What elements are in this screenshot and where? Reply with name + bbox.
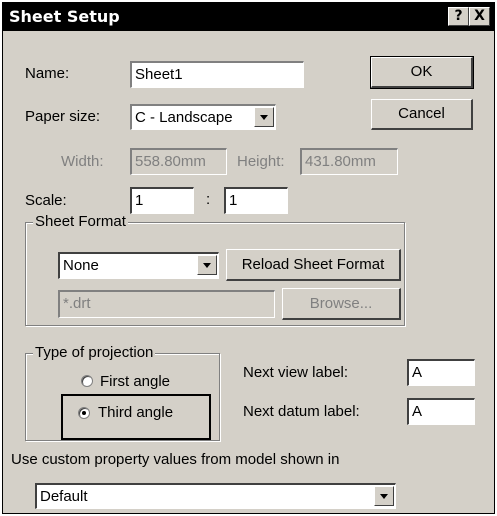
reload-label: Reload Sheet Format xyxy=(241,256,385,273)
next-view-label: Next view label: xyxy=(243,364,349,381)
cancel-label: Cancel xyxy=(398,105,445,122)
scale-numerator-input[interactable]: 1 xyxy=(130,187,194,214)
paper-size-value: C - Landscape xyxy=(135,109,233,126)
close-button[interactable]: X xyxy=(469,7,490,26)
name-label: Name: xyxy=(25,65,70,82)
ok-button[interactable]: OK xyxy=(370,56,474,89)
sheet-format-select[interactable]: None xyxy=(58,252,219,279)
scale-denominator-input[interactable]: 1 xyxy=(224,187,288,214)
help-button[interactable]: ? xyxy=(448,7,469,26)
browse-label: Browse... xyxy=(309,295,373,312)
focus-highlight xyxy=(61,394,211,440)
paper-size-label: Paper size: xyxy=(25,108,101,125)
chevron-down-icon[interactable] xyxy=(374,486,394,506)
cancel-button[interactable]: Cancel xyxy=(371,99,473,130)
browse-button: Browse... xyxy=(282,288,401,320)
scale-label: Scale: xyxy=(25,192,67,209)
first-angle-radio[interactable] xyxy=(81,375,93,387)
scale-separator: : xyxy=(206,191,211,208)
sheet-format-file-field: *.drt xyxy=(58,290,275,318)
width-field: 558.80mm xyxy=(130,148,227,175)
sheet-format-title: Sheet Format xyxy=(33,213,128,230)
first-angle-label[interactable]: First angle xyxy=(100,373,170,390)
height-field: 431.80mm xyxy=(300,148,398,175)
next-datum-label: Next datum label: xyxy=(243,403,360,420)
chevron-down-icon[interactable] xyxy=(254,107,274,127)
next-view-input[interactable]: A xyxy=(407,359,475,386)
custom-property-label: Use custom property values from model sh… xyxy=(11,451,340,468)
paper-size-select[interactable]: C - Landscape xyxy=(130,104,276,130)
sheet-setup-dialog: Sheet Setup ? X Name: Sheet1 OK Cancel P… xyxy=(2,2,495,514)
name-input[interactable]: Sheet1 xyxy=(130,61,304,88)
dialog-title: Sheet Setup xyxy=(9,7,120,26)
width-label: Width: xyxy=(61,153,104,170)
sheet-format-value: None xyxy=(63,257,99,274)
next-datum-input[interactable]: A xyxy=(407,398,475,425)
reload-sheet-format-button[interactable]: Reload Sheet Format xyxy=(226,249,401,281)
close-icon: X xyxy=(474,8,485,24)
title-bar: Sheet Setup ? X xyxy=(3,3,494,31)
ok-label: OK xyxy=(410,63,433,80)
custom-property-value: Default xyxy=(40,488,88,505)
height-label: Height: xyxy=(237,153,285,170)
projection-title: Type of projection xyxy=(33,344,156,361)
chevron-down-icon[interactable] xyxy=(197,255,217,275)
custom-property-select[interactable]: Default xyxy=(35,483,396,509)
help-icon: ? xyxy=(454,8,463,24)
